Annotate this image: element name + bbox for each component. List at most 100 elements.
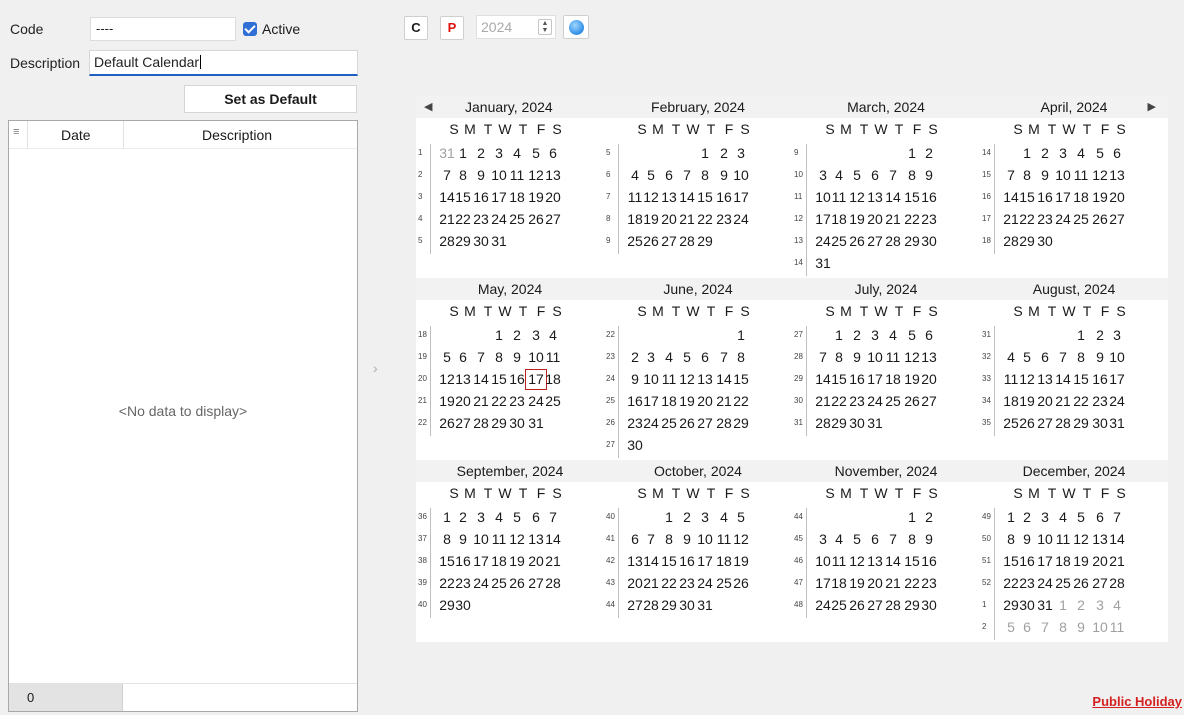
- day-cell[interactable]: 20: [660, 210, 678, 228]
- day-cell[interactable]: 27: [920, 392, 938, 410]
- day-cell[interactable]: 8: [903, 530, 921, 548]
- day-cell[interactable]: 16: [508, 370, 526, 388]
- day-cell[interactable]: 23: [472, 210, 490, 228]
- year-spin-editor[interactable]: 2024 ▲ ▼: [476, 15, 556, 39]
- day-cell[interactable]: 14: [642, 552, 660, 570]
- day-cell[interactable]: 29: [454, 232, 472, 250]
- day-cell[interactable]: 26: [1091, 210, 1109, 228]
- day-cell[interactable]: 20: [454, 392, 472, 410]
- day-cell[interactable]: 18: [884, 370, 902, 388]
- day-cell[interactable]: 14: [472, 370, 490, 388]
- day-cell[interactable]: 31: [866, 414, 884, 432]
- day-cell[interactable]: 28: [642, 596, 660, 614]
- day-cell[interactable]: 30: [472, 232, 490, 250]
- next-month-icon[interactable]: ▶: [1148, 100, 1156, 113]
- day-cell[interactable]: 7: [884, 530, 902, 548]
- day-cell[interactable]: 3: [732, 144, 750, 162]
- day-cell[interactable]: 12: [732, 530, 750, 548]
- day-cell[interactable]: 19: [642, 210, 660, 228]
- day-cell[interactable]: 27: [660, 232, 678, 250]
- day-cell[interactable]: 24: [642, 414, 660, 432]
- day-cell[interactable]: 12: [527, 166, 545, 184]
- day-cell[interactable]: 26: [732, 574, 750, 592]
- day-cell[interactable]: 15: [830, 370, 848, 388]
- day-cell[interactable]: 11: [884, 348, 902, 366]
- day-cell[interactable]: 12: [1091, 166, 1109, 184]
- day-cell[interactable]: 17: [732, 188, 750, 206]
- day-cell[interactable]: 28: [472, 414, 490, 432]
- day-cell[interactable]: 21: [544, 552, 562, 570]
- day-cell[interactable]: 30: [454, 596, 472, 614]
- day-cell[interactable]: 16: [920, 552, 938, 570]
- active-checkbox[interactable]: Active: [243, 21, 300, 37]
- day-cell[interactable]: 13: [866, 552, 884, 570]
- day-cell[interactable]: 4: [830, 166, 848, 184]
- day-cell[interactable]: 28: [884, 232, 902, 250]
- day-cell[interactable]: 10: [1054, 166, 1072, 184]
- day-cell[interactable]: 3: [866, 326, 884, 344]
- day-cell[interactable]: 25: [715, 574, 733, 592]
- day-cell[interactable]: 22: [903, 574, 921, 592]
- day-cell[interactable]: 20: [1091, 552, 1109, 570]
- day-cell[interactable]: 30: [1036, 232, 1054, 250]
- day-cell[interactable]: 12: [642, 188, 660, 206]
- day-cell[interactable]: 19: [848, 210, 866, 228]
- day-cell[interactable]: 22: [830, 392, 848, 410]
- day-cell[interactable]: 9: [715, 166, 733, 184]
- day-cell[interactable]: 18: [830, 574, 848, 592]
- day-cell[interactable]: 14: [884, 552, 902, 570]
- day-cell[interactable]: 28: [884, 596, 902, 614]
- day-cell[interactable]: 24: [1108, 392, 1126, 410]
- day-cell[interactable]: 6: [544, 144, 562, 162]
- day-cell[interactable]: 20: [527, 552, 545, 570]
- day-cell[interactable]: 9: [472, 166, 490, 184]
- day-cell[interactable]: 12: [1072, 530, 1090, 548]
- day-cell[interactable]: 1: [490, 326, 508, 344]
- day-cell[interactable]: 1: [1018, 144, 1036, 162]
- day-cell[interactable]: 4: [884, 326, 902, 344]
- day-cell[interactable]: 31: [1108, 414, 1126, 432]
- day-cell[interactable]: 8: [1054, 618, 1072, 636]
- day-cell[interactable]: 3: [1108, 326, 1126, 344]
- day-cell[interactable]: 5: [1091, 144, 1109, 162]
- day-cell[interactable]: 7: [715, 348, 733, 366]
- day-cell[interactable]: 6: [1091, 508, 1109, 526]
- day-cell[interactable]: 9: [920, 530, 938, 548]
- day-cell[interactable]: 30: [508, 414, 526, 432]
- day-cell[interactable]: 29: [1072, 414, 1090, 432]
- day-cell[interactable]: 10: [490, 166, 508, 184]
- day-cell[interactable]: 6: [866, 530, 884, 548]
- day-cell[interactable]: 6: [1108, 144, 1126, 162]
- day-cell[interactable]: 16: [715, 188, 733, 206]
- day-cell[interactable]: 5: [642, 166, 660, 184]
- day-cell[interactable]: 26: [642, 232, 660, 250]
- day-cell[interactable]: 26: [1018, 414, 1036, 432]
- day-cell[interactable]: 18: [508, 188, 526, 206]
- day-cell[interactable]: 18: [1072, 188, 1090, 206]
- splitter-chevron-right-icon[interactable]: ›: [373, 360, 378, 376]
- day-cell[interactable]: 16: [678, 552, 696, 570]
- day-cell[interactable]: 5: [1018, 348, 1036, 366]
- day-cell[interactable]: 30: [678, 596, 696, 614]
- day-cell[interactable]: 20: [866, 210, 884, 228]
- day-cell[interactable]: 18: [1054, 552, 1072, 570]
- day-cell[interactable]: 11: [830, 552, 848, 570]
- day-cell[interactable]: 24: [1054, 210, 1072, 228]
- day-cell[interactable]: 18: [490, 552, 508, 570]
- day-cell[interactable]: 15: [732, 370, 750, 388]
- day-cell[interactable]: 29: [660, 596, 678, 614]
- day-cell[interactable]: 6: [527, 508, 545, 526]
- day-cell[interactable]: 4: [544, 326, 562, 344]
- day-cell[interactable]: 17: [490, 188, 508, 206]
- day-cell[interactable]: 7: [1108, 508, 1126, 526]
- day-cell[interactable]: 14: [544, 530, 562, 548]
- day-cell[interactable]: 10: [732, 166, 750, 184]
- day-cell[interactable]: 5: [903, 326, 921, 344]
- day-cell[interactable]: 17: [866, 370, 884, 388]
- day-cell[interactable]: 29: [696, 232, 714, 250]
- day-cell[interactable]: 25: [830, 596, 848, 614]
- day-cell[interactable]: 17: [1036, 552, 1054, 570]
- day-cell[interactable]: 23: [715, 210, 733, 228]
- day-cell[interactable]: 28: [715, 414, 733, 432]
- day-cell[interactable]: 25: [830, 232, 848, 250]
